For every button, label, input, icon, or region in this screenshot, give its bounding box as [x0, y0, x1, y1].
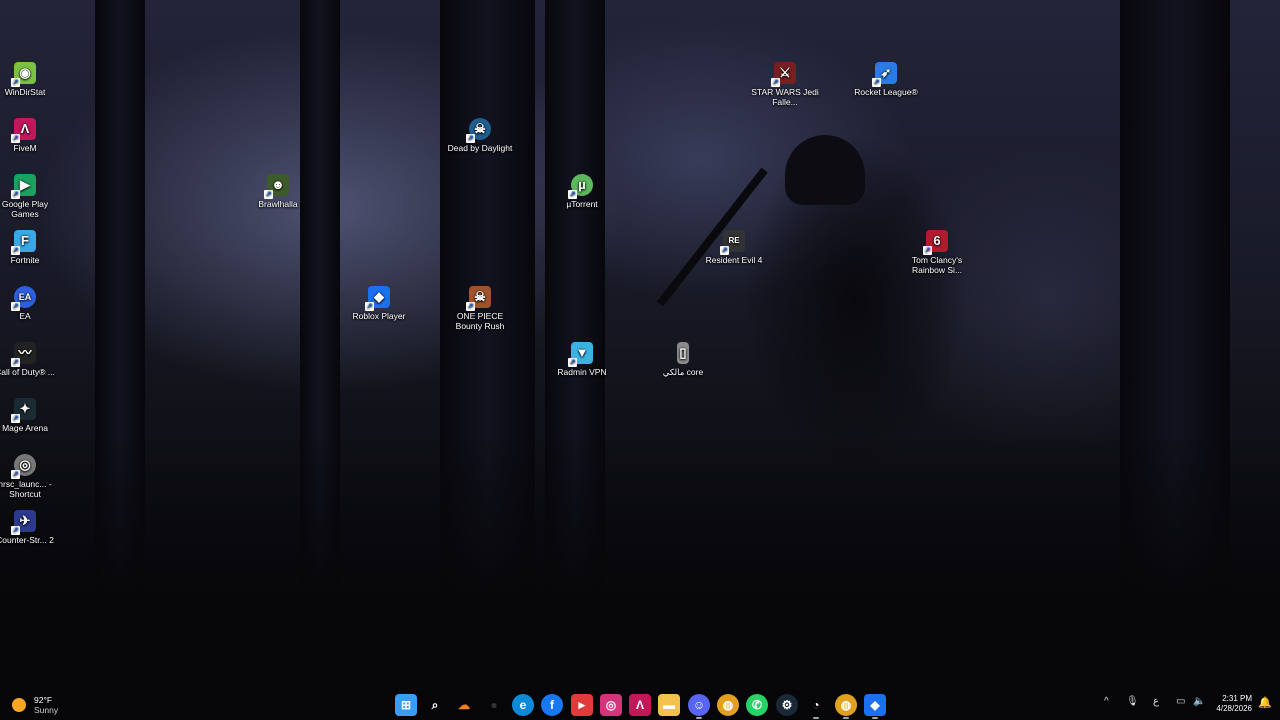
desktop-icon-label: Dead by Daylight: [447, 143, 513, 153]
desktop-icon-dead-by-daylight[interactable]: ☠ ↗ Dead by Daylight: [444, 118, 516, 153]
desktop-icon-google-play-games[interactable]: ▶ ↗ Google Play Games: [0, 174, 61, 219]
fortnite-icon: F ↗: [11, 230, 36, 255]
desktop-icon-label: مالكي core: [662, 367, 704, 377]
desktop-icon-maliki-core[interactable]: ▯ مالكي core: [647, 342, 719, 377]
desktop-icon-label: Call of Duty® ...: [0, 367, 55, 377]
desktop-icon-label: Mage Arena: [2, 423, 48, 433]
taskbar: 92°F Sunny ⊞ ⌕ ☁ ● e f ► ◎ Λ ▬ ☺ ◍ ✆ ⚙ ◔…: [0, 690, 1280, 720]
desktop-icon-rainbow-six[interactable]: 6 ↗ Tom Clancy's Rainbow Si...: [901, 230, 973, 275]
discord-button[interactable]: ☺: [688, 694, 710, 719]
desktop-icon-roblox-player[interactable]: ◆ ↗ Roblox Player: [343, 286, 415, 321]
windirstat-icon: ◉ ↗: [11, 62, 36, 87]
desktop-icon-label: FiveM: [13, 143, 37, 153]
desktop-icon-label: Counter-Str... 2: [0, 535, 54, 545]
language-indicator[interactable]: ع: [1153, 696, 1159, 707]
desktop-icon-label: µTorrent: [566, 199, 598, 209]
desktop-icon-fortnite[interactable]: F ↗ Fortnite: [0, 230, 61, 265]
desktop-icon-windirstat[interactable]: ◉ ↗ WinDirStat: [0, 62, 61, 97]
desktop-icon-fivem[interactable]: Λ ↗ FiveM: [0, 118, 61, 153]
desktop-icon-label: ONE PIECE Bounty Rush: [455, 311, 505, 331]
chrome-active-button[interactable]: ◍: [835, 694, 857, 719]
dead-by-daylight-icon: ☠ ↗: [466, 118, 491, 143]
resident-evil-4-icon: RE ↗: [720, 230, 745, 255]
notification-bell-icon[interactable]: 🔔: [1258, 696, 1272, 709]
edge-button[interactable]: e: [512, 694, 534, 716]
video-app-button[interactable]: ►: [571, 694, 593, 716]
file-icon: ▯: [677, 342, 689, 364]
desktop-icon-label: Google Play Games: [1, 199, 49, 219]
star-wars-icon: ⚔ ↗: [771, 62, 796, 87]
desktop-icon-mage-arena[interactable]: ✦ ↗ Mage Arena: [0, 398, 61, 433]
desktop-wallpaper: [0, 0, 1280, 690]
desktop-icon-label: STAR WARS Jedi Falle...: [751, 87, 819, 107]
desktop-icon-label: Brawlhalla: [258, 199, 298, 209]
chrome-button[interactable]: ◍: [717, 694, 739, 716]
rocket-league-icon: ➶ ↗: [872, 62, 897, 87]
clock-app-button[interactable]: ◔: [805, 694, 827, 719]
cloudflare-button[interactable]: ☁: [453, 694, 475, 716]
microphone-icon[interactable]: 🎙: [1126, 696, 1139, 707]
desktop-icon-counter-strike-2[interactable]: ✈ ↗ Counter-Str... 2: [0, 510, 61, 545]
nrsc-launcher-icon: ◎ ↗: [11, 454, 36, 479]
roblox-icon: ◆ ↗: [365, 286, 390, 311]
counter-strike-2-icon: ✈ ↗: [11, 510, 36, 535]
desktop-icon-label: Fortnite: [10, 255, 40, 265]
desktop-icon-nrsc-launcher[interactable]: ◎ ↗ nrsc_launc... - Shortcut: [0, 454, 61, 499]
facebook-button[interactable]: f: [541, 694, 563, 716]
desktop-icon-brawlhalla[interactable]: ☻ ↗ Brawlhalla: [242, 174, 314, 209]
desktop-icon-radmin-vpn[interactable]: ▼ ↗ Radmin VPN: [546, 342, 618, 377]
sun-icon: [12, 698, 26, 712]
desktop-icon-label: Radmin VPN: [557, 367, 607, 377]
clock-time: 2:31 PM: [1222, 694, 1252, 703]
call-of-duty-icon: 〰 ↗: [11, 342, 36, 367]
instagram-button[interactable]: ◎: [600, 694, 622, 716]
desktop-icon-label: EA: [19, 311, 31, 321]
fivem-icon: Λ ↗: [11, 118, 36, 143]
steam-button[interactable]: ⚙: [776, 694, 798, 716]
brawlhalla-icon: ☻ ↗: [264, 174, 289, 199]
start-button[interactable]: ⊞: [395, 694, 417, 716]
desktop-icon-label: Resident Evil 4: [705, 255, 763, 265]
one-piece-icon: ☠ ↗: [466, 286, 491, 311]
taskbar-clock[interactable]: 2:31 PM 4/28/2026: [1216, 694, 1252, 714]
forest-ground: [0, 440, 1280, 690]
mage-arena-icon: ✦ ↗: [11, 398, 36, 423]
ea-icon: EA ↗: [11, 286, 36, 311]
clock-date: 4/28/2026: [1216, 704, 1252, 713]
soldier-helmet: [785, 135, 865, 205]
weather-temperature: 92°F: [34, 695, 53, 705]
desktop-icon-star-wars-jedi[interactable]: ⚔ ↗ STAR WARS Jedi Falle...: [749, 62, 821, 107]
desktop-icon-rocket-league[interactable]: ➶ ↗ Rocket League®: [850, 62, 922, 97]
desktop-icon-label: Roblox Player: [352, 311, 406, 321]
desktop-icon-label: Rocket League®: [854, 87, 918, 97]
desktop-icon-call-of-duty[interactable]: 〰 ↗ Call of Duty® ...: [0, 342, 61, 377]
desktop-icon-utorrent[interactable]: µ ↗ µTorrent: [546, 174, 618, 209]
fivem-button[interactable]: Λ: [629, 694, 651, 716]
weather-condition: Sunny: [34, 705, 59, 715]
desktop-icon-resident-evil-4[interactable]: RE ↗ Resident Evil 4: [698, 230, 770, 265]
network-icon[interactable]: ▭: [1176, 696, 1185, 707]
volume-icon[interactable]: 🔈: [1193, 696, 1205, 707]
tray-chevron-icon[interactable]: ^: [1104, 696, 1109, 707]
radmin-vpn-icon: ▼ ↗: [568, 342, 593, 367]
roblox-taskbar-button[interactable]: ◆: [864, 694, 886, 719]
desktop-icon-label: nrsc_launc... - Shortcut: [0, 479, 52, 499]
search-button[interactable]: ⌕: [424, 694, 446, 716]
rainbow-six-icon: 6 ↗: [923, 230, 948, 255]
obs-button[interactable]: ●: [483, 694, 505, 716]
whatsapp-button[interactable]: ✆: [746, 694, 768, 716]
desktop-icon-label: Tom Clancy's Rainbow Si...: [911, 255, 963, 275]
file-explorer-button[interactable]: ▬: [658, 694, 680, 716]
desktop-icon-label: WinDirStat: [4, 87, 46, 97]
utorrent-icon: µ ↗: [568, 174, 593, 199]
google-play-games-icon: ▶ ↗: [11, 174, 36, 199]
desktop-icon-one-piece[interactable]: ☠ ↗ ONE PIECE Bounty Rush: [444, 286, 516, 331]
desktop-icon-ea[interactable]: EA ↗ EA: [0, 286, 61, 321]
